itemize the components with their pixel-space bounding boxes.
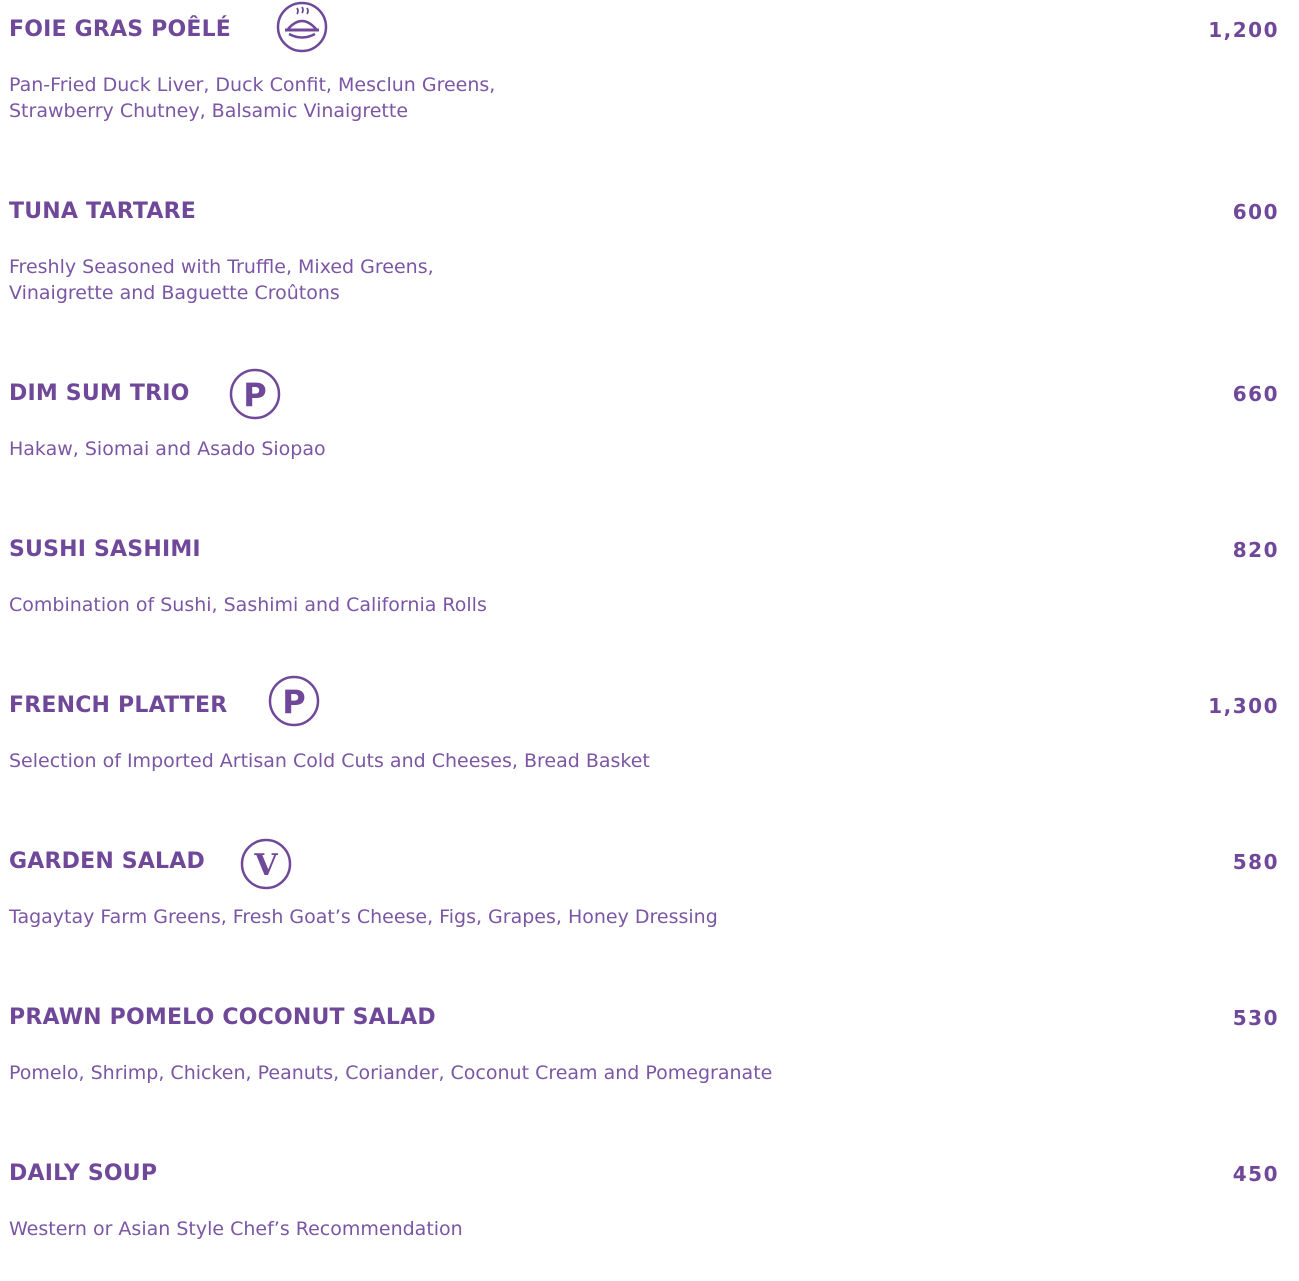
pork-p-icon: P [229,368,281,420]
menu-item-description: Hakaw, Siomai and Asado Siopao [9,436,326,462]
menu-item-name: SUSHI SASHIMI [9,537,201,562]
menu-item-garden-salad: GARDEN SALAD V 580 Tagaytay Farm Greens,… [0,838,1299,969]
menu-item-dim-sum-trio: DIM SUM TRIO P 660 Hakaw, Siomai and Asa… [0,368,1299,501]
menu-item-sushi-sashimi: SUSHI SASHIMI 820 Combination of Sushi, … [0,537,1299,657]
menu-item-name: FRENCH PLATTER [9,693,228,718]
svg-text:V: V [253,848,278,883]
menu-item-name: TUNA TARTARE [9,199,196,224]
menu-item-price: 600 [1232,200,1279,224]
menu-item-price: 1,200 [1208,18,1279,42]
menu-item-name: DAILY SOUP [9,1161,158,1186]
menu-item-description: Tagaytay Farm Greens, Fresh Goat’s Chees… [9,904,718,930]
menu-item-tuna-tartare: TUNA TARTARE 600 Freshly Seasoned with T… [0,199,1299,319]
menu-item-description: Pomelo, Shrimp, Chicken, Peanuts, Corian… [9,1060,772,1086]
menu-item-description: Selection of Imported Artisan Cold Cuts … [9,748,650,774]
description-line: Combination of Sushi, Sashimi and Califo… [9,594,487,616]
menu-item-price: 450 [1232,1162,1279,1186]
chef-signature-dish-icon [276,1,328,53]
description-line: Selection of Imported Artisan Cold Cuts … [9,750,650,772]
menu-item-french-platter: FRENCH PLATTER P 1,300 Selection of Impo… [0,675,1299,813]
svg-text:P: P [282,683,305,721]
pork-p-icon: P [268,675,320,727]
menu-item-prawn-pomelo-coconut-salad: PRAWN POMELO COCONUT SALAD 530 Pomelo, S… [0,1005,1299,1125]
description-line: Vinaigrette and Baguette Croûtons [9,282,340,304]
menu-item-daily-soup: DAILY SOUP 450 Western or Asian Style Ch… [0,1161,1299,1281]
description-line: Pomelo, Shrimp, Chicken, Peanuts, Corian… [9,1062,773,1084]
description-line: Western or Asian Style Chef’s Recommenda… [9,1218,463,1240]
menu-item-name: GARDEN SALAD [9,849,205,874]
menu-item-description: Combination of Sushi, Sashimi and Califo… [9,592,487,618]
menu-item-price: 820 [1232,538,1279,562]
menu-item-price: 580 [1232,850,1279,874]
menu-item-price: 1,300 [1208,694,1279,718]
menu-item-foie-gras: FOIE GRAS POÊLÉ 1,200 Pan-Fried Duck Liv… [0,1,1299,137]
menu-item-name: DIM SUM TRIO [9,381,190,406]
description-line: Pan-Fried Duck Liver, Duck Confit, Mescl… [9,74,496,96]
description-line: Strawberry Chutney, Balsamic Vinaigrette [9,100,409,122]
menu-item-description: Pan-Fried Duck Liver, Duck Confit, Mescl… [9,72,495,124]
menu-item-description: Freshly Seasoned with Truffle, Mixed Gre… [9,254,434,306]
description-line: Hakaw, Siomai and Asado Siopao [9,438,326,460]
menu-item-description: Western or Asian Style Chef’s Recommenda… [9,1216,463,1242]
vegetarian-v-icon: V [240,838,292,890]
description-line: Freshly Seasoned with Truffle, Mixed Gre… [9,256,434,278]
description-line: Tagaytay Farm Greens, Fresh Goat’s Chees… [9,906,718,928]
menu-item-price: 530 [1232,1006,1279,1030]
menu-item-name: FOIE GRAS POÊLÉ [9,17,232,42]
svg-text:P: P [243,376,266,414]
menu-item-name: PRAWN POMELO COCONUT SALAD [9,1005,436,1030]
menu-item-price: 660 [1232,382,1279,406]
